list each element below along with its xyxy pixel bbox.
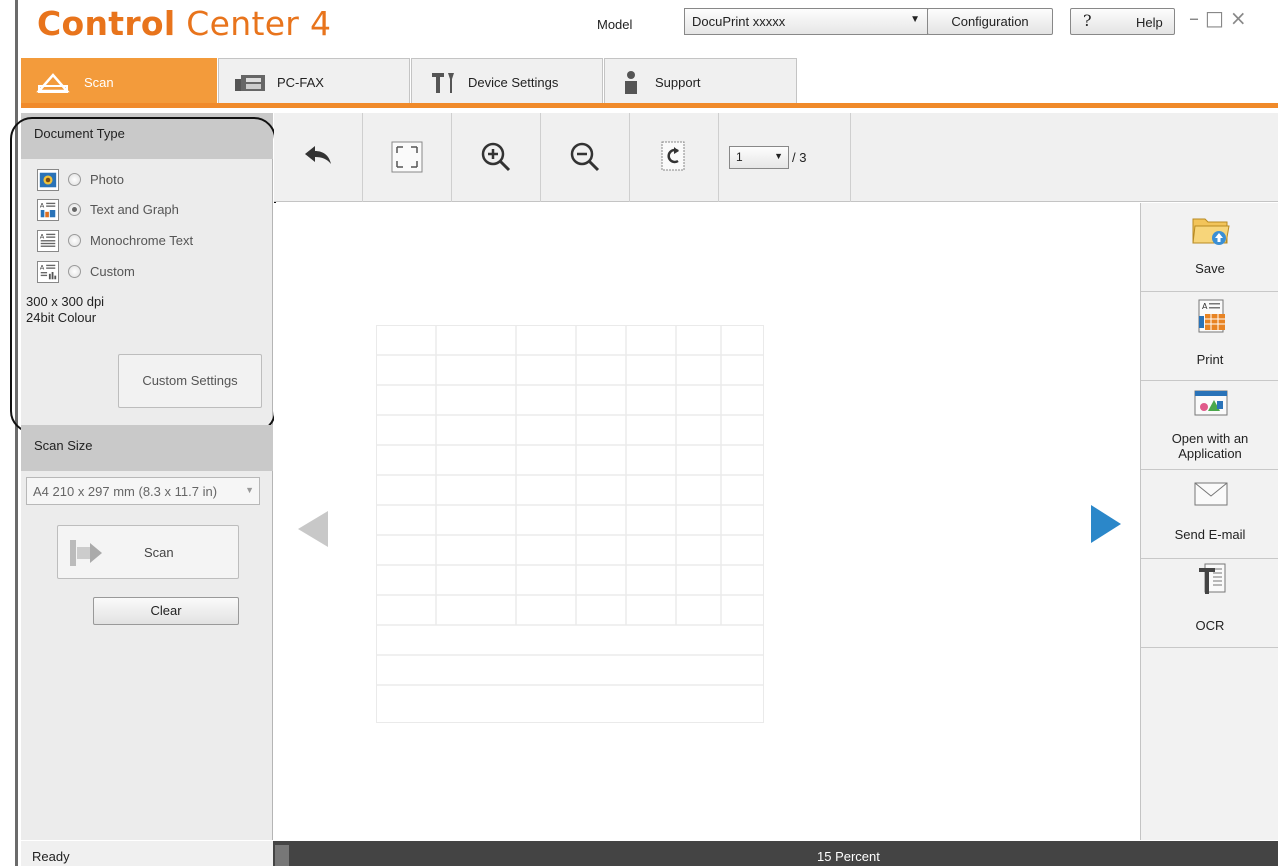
scan-button[interactable]: Scan — [57, 525, 239, 579]
svg-text:A: A — [40, 264, 45, 271]
zoom-in-icon — [481, 142, 511, 172]
mono-text-icon: A — [37, 230, 59, 252]
custom-label: Custom — [90, 264, 135, 279]
thumbnail-icon — [275, 845, 289, 866]
title-bar: Control Center 4 Model DocuPrint xxxxx ▼ … — [21, 0, 1278, 56]
send-email-label: Send E-mail — [1174, 527, 1246, 542]
undo-icon — [305, 146, 331, 164]
rotate-icon — [661, 141, 685, 171]
scan-button-label: Scan — [144, 545, 174, 560]
resolution-text: 300 x 300 dpi — [26, 294, 105, 309]
ocr-label: OCR — [1195, 618, 1225, 633]
tab-pc-fax[interactable]: PC-FAX — [218, 58, 410, 103]
page-total: / 3 — [792, 150, 807, 165]
tab-pc-fax-label: PC-FAX — [277, 75, 324, 90]
tab-bar: Scan PC-FAX Device Settings Support — [21, 58, 1278, 108]
save-button[interactable]: Save — [1141, 203, 1278, 292]
custom-settings-button[interactable]: Custom Settings — [118, 354, 262, 408]
custom-radio[interactable] — [68, 265, 81, 278]
left-panel: Document Type Photo A Text and Graph A M… — [10, 113, 276, 840]
print-button[interactable]: A Print — [1141, 292, 1278, 381]
status-bar: Ready 15 Percent — [21, 841, 1278, 866]
rotate-button[interactable] — [630, 113, 719, 202]
open-with-application-label: Open with an Application — [1171, 431, 1249, 461]
scan-icon — [36, 73, 70, 93]
ocr-icon — [1199, 563, 1226, 594]
model-value: DocuPrint xxxxx — [692, 14, 786, 29]
application-icon — [1194, 390, 1228, 416]
preview-area — [274, 203, 1140, 840]
zoom-out-icon — [570, 142, 600, 172]
fax-icon — [235, 75, 265, 91]
zoom-in-button[interactable] — [452, 113, 541, 202]
fit-icon — [391, 141, 423, 173]
print-label: Print — [1196, 352, 1224, 367]
save-label: Save — [1195, 261, 1225, 276]
chevron-down-icon: ▼ — [774, 151, 783, 161]
svg-text:A: A — [1202, 302, 1208, 311]
model-select[interactable]: DocuPrint xxxxx ▼ — [684, 8, 928, 35]
previous-page-arrow[interactable] — [296, 509, 330, 549]
tab-scan[interactable]: Scan — [21, 58, 217, 103]
app-title-bold: Control — [37, 4, 176, 43]
svg-text:A: A — [40, 202, 45, 209]
photo-radio[interactable] — [68, 173, 81, 186]
next-page-arrow[interactable] — [1089, 503, 1123, 545]
app-title: Control Center 4 — [37, 4, 331, 43]
status-text: Ready — [21, 841, 273, 866]
ocr-button[interactable]: OCR — [1141, 559, 1278, 648]
scan-size-heading: Scan Size — [21, 425, 273, 471]
text-graph-label: Text and Graph — [90, 202, 179, 217]
help-button[interactable]: ? Help — [1070, 8, 1175, 35]
scan-settings-info: 300 x 300 dpi 24bit Colour — [26, 294, 104, 326]
model-label: Model — [597, 17, 633, 32]
print-icon: A — [1198, 299, 1225, 333]
page-select[interactable]: 1 ▼ — [729, 146, 789, 169]
action-panel: Save A Print Open with an Application Se… — [1140, 203, 1278, 840]
configuration-button[interactable]: Configuration — [927, 8, 1053, 35]
folder-save-icon — [1192, 218, 1230, 245]
document-preview — [376, 325, 764, 723]
zoom-out-button[interactable] — [541, 113, 630, 202]
custom-doc-icon: A — [37, 261, 59, 283]
zoom-level: 15 Percent — [817, 849, 880, 864]
text-graph-radio[interactable] — [68, 203, 81, 216]
tab-scan-label: Scan — [84, 75, 114, 90]
page-current: 1 — [736, 150, 743, 164]
text-graph-icon: A — [37, 199, 59, 221]
chevron-down-icon: ▼ — [241, 485, 254, 495]
envelope-icon — [1194, 482, 1228, 506]
scan-arrow-icon — [70, 540, 102, 566]
document-type-heading: Document Type — [21, 113, 273, 159]
undo-button[interactable] — [274, 113, 363, 202]
chevron-down-icon: ▼ — [910, 14, 920, 25]
fit-button[interactable] — [363, 113, 452, 202]
help-label: Help — [1136, 15, 1163, 30]
scan-size-select[interactable]: A4 210 x 297 mm (8.3 x 11.7 in) ▼ — [26, 477, 260, 505]
person-icon — [625, 71, 637, 94]
monochrome-text-label: Monochrome Text — [90, 233, 194, 248]
tab-support[interactable]: Support — [604, 58, 797, 103]
window-frame — [0, 0, 18, 866]
tab-device-settings-label: Device Settings — [468, 75, 559, 90]
clear-button[interactable]: Clear — [93, 597, 239, 625]
app-title-rest: Center 4 — [175, 4, 332, 43]
tab-support-label: Support — [655, 75, 701, 90]
toolbar-divider — [850, 113, 851, 202]
scan-size-value: A4 210 x 297 mm (8.3 x 11.7 in) — [33, 484, 218, 499]
open-with-application-button[interactable]: Open with an Application — [1141, 381, 1278, 470]
send-email-button[interactable]: Send E-mail — [1141, 470, 1278, 559]
colour-text: 24bit Colour — [26, 310, 97, 325]
photo-icon — [37, 169, 59, 191]
svg-text:A: A — [40, 233, 45, 240]
window-controls[interactable]: –□× — [1189, 6, 1253, 30]
help-mark: ? — [1083, 11, 1092, 30]
preview-toolbar: 1 ▼ / 3 — [274, 113, 1278, 202]
tools-icon — [432, 73, 454, 93]
monochrome-text-radio[interactable] — [68, 234, 81, 247]
photo-label: Photo — [90, 172, 124, 187]
tab-device-settings[interactable]: Device Settings — [411, 58, 603, 103]
